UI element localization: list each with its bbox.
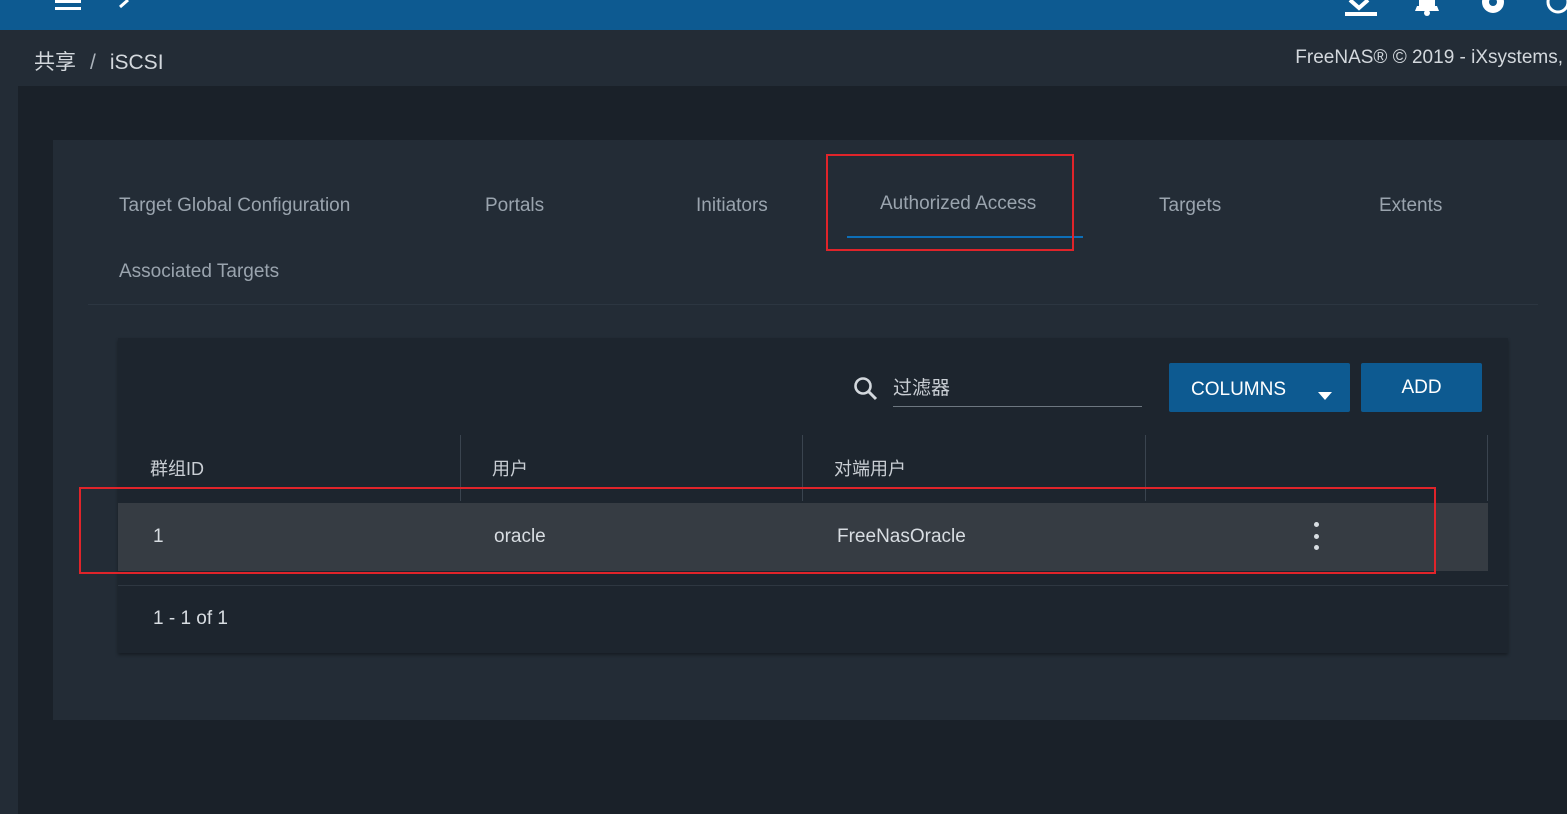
tab-extents[interactable]: Extents — [1379, 195, 1442, 217]
column-divider[interactable] — [1487, 435, 1488, 501]
bell-icon[interactable] — [1413, 0, 1441, 30]
breadcrumb-separator: / — [90, 51, 96, 74]
tab-associated-targets[interactable]: Associated Targets — [119, 261, 279, 283]
column-divider[interactable] — [1145, 435, 1146, 501]
column-header-group-id[interactable]: 群组ID — [118, 435, 460, 501]
sidenav-edge — [0, 30, 18, 814]
search-icon — [852, 375, 880, 408]
breadcrumb-parent[interactable]: 共享 — [34, 51, 76, 74]
columns-button[interactable]: COLUMNS — [1169, 363, 1350, 412]
table-footer-divider — [118, 585, 1508, 586]
column-divider[interactable] — [460, 435, 461, 501]
column-divider[interactable] — [802, 435, 803, 501]
columns-button-label: COLUMNS — [1191, 378, 1287, 400]
tabs-divider — [88, 304, 1538, 305]
table-header-row: 群组ID 用户 对端用户 — [118, 435, 1488, 501]
gear-icon[interactable] — [1478, 0, 1508, 30]
breadcrumb-bar: 共享 / iSCSI FreeNAS® © 2019 - iXsystems, — [18, 30, 1567, 86]
table-row[interactable]: 1 oracle FreeNasOracle — [118, 503, 1488, 571]
paginator-range: 1 - 1 of 1 — [153, 608, 228, 629]
menu-icon[interactable] — [55, 0, 83, 30]
column-header-peer-user[interactable]: 对端用户 — [802, 435, 1144, 501]
top-toolbar — [0, 0, 1567, 30]
add-button[interactable]: ADD — [1361, 363, 1482, 412]
row-actions-menu-icon[interactable] — [1308, 522, 1324, 550]
add-button-label: ADD — [1401, 376, 1442, 398]
active-tab-indicator — [847, 236, 1083, 238]
filter-input[interactable] — [893, 372, 1142, 407]
cell-user: oracle — [494, 526, 546, 547]
breadcrumb-current: iSCSI — [109, 51, 164, 74]
column-header-user[interactable]: 用户 — [460, 435, 802, 501]
back-icon[interactable] — [116, 0, 132, 30]
tab-portals[interactable]: Portals — [485, 195, 544, 217]
tab-target-global-configuration[interactable]: Target Global Configuration — [119, 195, 350, 217]
download-icon[interactable] — [1343, 0, 1379, 30]
caret-down-icon — [1318, 384, 1332, 406]
tab-authorized-access[interactable]: Authorized Access — [880, 193, 1036, 215]
cell-peer-user: FreeNasOracle — [837, 526, 966, 547]
copyright-text: FreeNAS® © 2019 - iXsystems, — [1295, 47, 1563, 68]
breadcrumb: 共享 / iSCSI — [34, 46, 164, 76]
column-header-actions — [1144, 435, 1488, 501]
cell-group-id: 1 — [153, 526, 164, 547]
tab-targets[interactable]: Targets — [1159, 195, 1221, 217]
power-icon[interactable] — [1544, 0, 1567, 30]
tab-initiators[interactable]: Initiators — [696, 195, 768, 217]
